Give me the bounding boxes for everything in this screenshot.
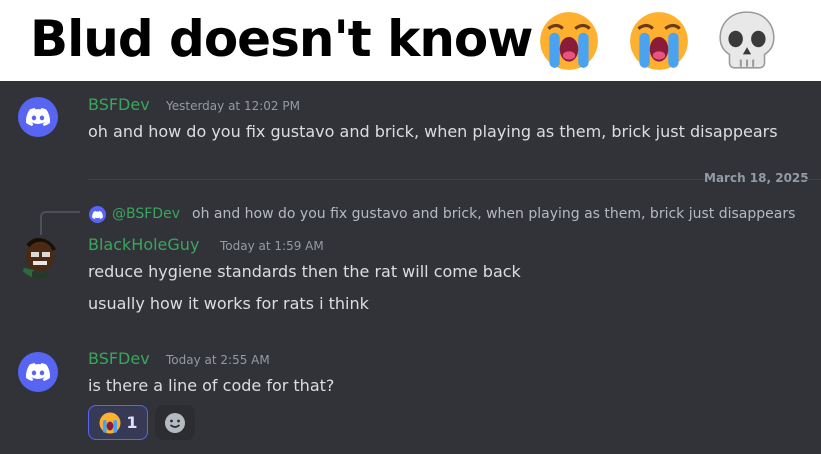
smiley-face-icon [165, 412, 185, 433]
discord-logo-icon [26, 363, 50, 381]
message-timestamp: Today at 2:55 AM [166, 353, 270, 367]
loudly-crying-face-icon [99, 412, 121, 433]
message-text: usually how it works for rats i think [88, 294, 369, 313]
date-divider [800, 179, 821, 180]
reaction-button[interactable]: 1 [88, 405, 148, 440]
meme-caption-bar: Blud doesn't know [0, 0, 821, 81]
avatar[interactable] [18, 97, 58, 137]
custom-avatar-icon [22, 238, 56, 278]
message-timestamp: Today at 1:59 AM [220, 239, 324, 253]
discord-logo-icon [92, 210, 103, 219]
discord-logo-icon [26, 108, 50, 126]
message-timestamp: Yesterday at 12:02 PM [166, 99, 300, 113]
date-divider [88, 179, 705, 180]
message-text: oh and how do you fix gustavo and brick,… [88, 122, 778, 141]
avatar[interactable] [18, 238, 58, 278]
reaction-count: 1 [126, 413, 138, 432]
message-text: reduce hygiene standards then the rat wi… [88, 262, 521, 281]
meme-caption-text: Blud doesn't know [30, 10, 533, 68]
reply-avatar[interactable] [89, 206, 106, 223]
reply-mention[interactable]: @BSFDev [112, 206, 180, 222]
loudly-crying-face-emoji-icon [540, 12, 598, 70]
add-reaction-button[interactable] [155, 405, 195, 440]
reply-spine [40, 211, 80, 235]
message-author[interactable]: BlackHoleGuy [88, 235, 199, 254]
message-author[interactable]: BSFDev [88, 349, 150, 368]
message-author[interactable]: BSFDev [88, 95, 150, 114]
message-text: is there a line of code for that? [88, 376, 335, 395]
loudly-crying-face-emoji-icon [630, 12, 688, 70]
date-divider-label: March 18, 2025 [704, 171, 809, 185]
reply-preview-text[interactable]: oh and how do you fix gustavo and brick,… [192, 206, 795, 222]
skull-emoji-icon [719, 11, 775, 69]
avatar[interactable] [18, 352, 58, 392]
